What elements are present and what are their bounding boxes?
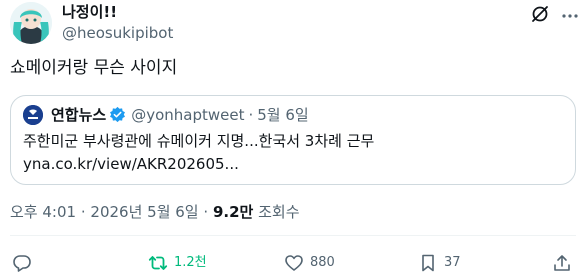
like-count: 880: [310, 255, 335, 270]
verified-badge-icon: [110, 106, 126, 123]
retweet-icon: [148, 256, 168, 270]
views-count: 9.2만: [212, 203, 254, 221]
quoted-separator: ·: [248, 106, 254, 124]
more-icon[interactable]: [560, 6, 580, 26]
reply-icon: [13, 255, 31, 272]
tweet-date[interactable]: 2026년 5월 6일: [90, 203, 198, 221]
views-label: 조회수: [258, 203, 300, 221]
author-avatar[interactable]: [10, 2, 52, 44]
quoted-author-avatar[interactable]: [23, 105, 43, 125]
quoted-date: 5월 6일: [257, 106, 309, 124]
grok-icon[interactable]: [530, 4, 550, 24]
author-handle[interactable]: @heosukipibot: [62, 22, 173, 44]
tweet[interactable]: 나정이!! @heosukipibot 쇼메이커랑 무슨 사이지 연합뉴스 @y…: [0, 0, 587, 279]
heart-icon: [285, 255, 303, 271]
tweet-meta: 오후 4:01 · 2026년 5월 6일 · 9.2만 조회수: [10, 202, 300, 222]
author-display-name[interactable]: 나정이!!: [62, 2, 173, 22]
retweet-button[interactable]: 1.2천: [148, 252, 207, 274]
author-name-block: 나정이!! @heosukipibot: [62, 2, 173, 44]
quoted-text: 주한미군 부사령관에 슈메이커 지명...한국서 3차례 근무: [23, 132, 375, 150]
divider: [10, 235, 576, 236]
quoted-tweet-card[interactable]: 연합뉴스 @yonhaptweet · 5월 6일 주한미군 부사령관에 슈메이커 …: [10, 95, 576, 185]
tweet-time[interactable]: 오후 4:01: [10, 203, 76, 221]
quoted-link: yna.co.kr/view/AKR202605...: [23, 155, 239, 173]
bookmark-button[interactable]: 37: [418, 252, 461, 274]
share-button[interactable]: [552, 252, 572, 274]
like-button[interactable]: 880: [284, 252, 335, 274]
reply-button[interactable]: [12, 252, 38, 274]
meta-separator: ·: [203, 203, 209, 221]
meta-separator: ·: [80, 203, 86, 221]
yonhap-logo-icon: [23, 105, 43, 125]
avatar-image: [10, 2, 52, 44]
tweet-text: 쇼메이커랑 무슨 사이지: [10, 58, 178, 78]
quoted-header: 연합뉴스 @yonhaptweet · 5월 6일: [51, 104, 309, 126]
retweet-count: 1.2천: [174, 255, 207, 270]
bookmark-count: 37: [444, 255, 461, 270]
share-icon: [554, 255, 570, 271]
quoted-handle: @yonhaptweet: [131, 106, 245, 124]
bookmark-icon: [422, 254, 434, 272]
quoted-display-name: 연합뉴스: [51, 106, 107, 124]
